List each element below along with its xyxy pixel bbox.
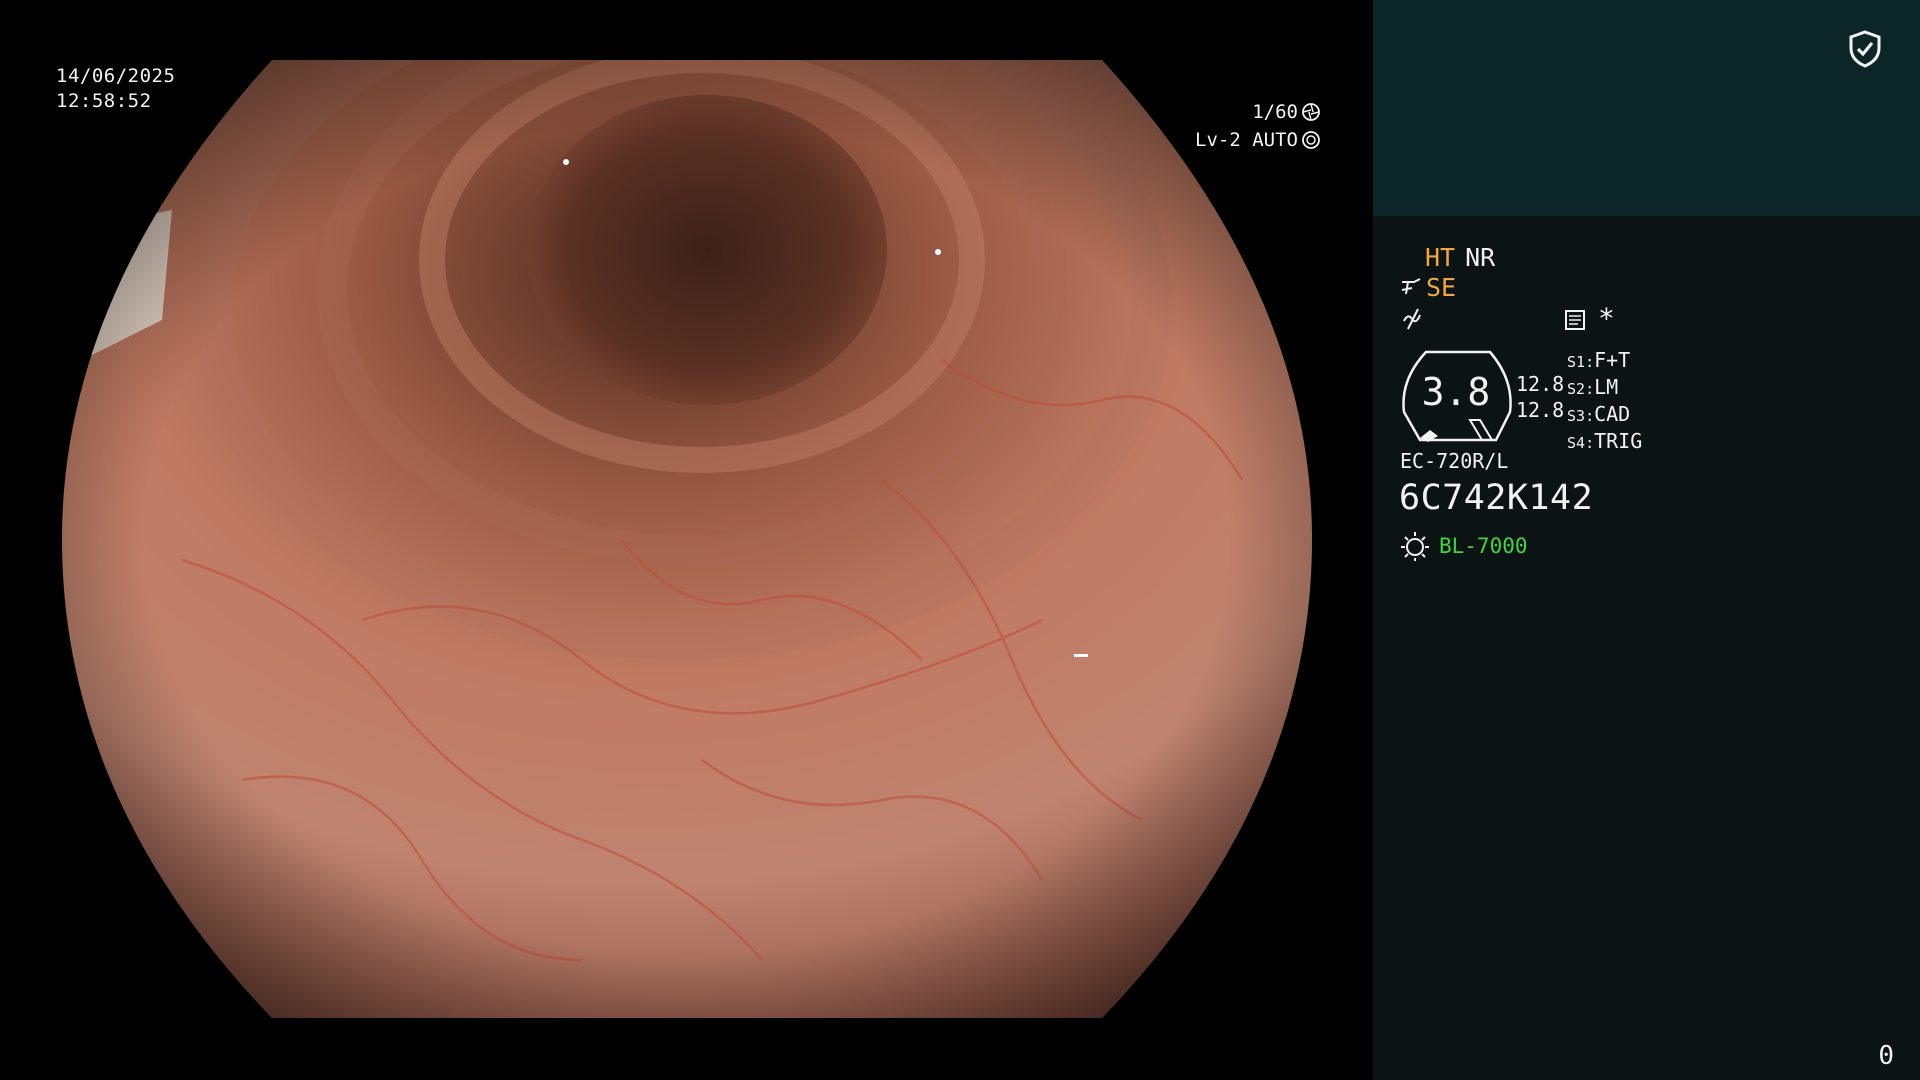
gauge-value: 3.8 bbox=[1421, 370, 1491, 414]
video-area: 14/06/2025 12:58:52 1/60 Lv-2 AUTO bbox=[0, 0, 1373, 1080]
star-indicator: * bbox=[1598, 302, 1615, 335]
gauge-num-2: 12.8 bbox=[1516, 398, 1565, 422]
scope-serial: 6C742K142 bbox=[1399, 478, 1594, 518]
gauge-num-1: 12.8 bbox=[1516, 372, 1565, 396]
scope-model: EC-720R/L bbox=[1400, 449, 1509, 473]
mode-se: SE bbox=[1426, 273, 1457, 302]
setting-row: S2:LM bbox=[1567, 375, 1619, 399]
sun-icon bbox=[1401, 532, 1429, 561]
wave-icon bbox=[1403, 308, 1421, 330]
mode-ht: HT bbox=[1425, 243, 1456, 272]
light-source: BL-7000 bbox=[1399, 530, 1528, 562]
switch-settings: S1:F+T S2:LM S3:CAD S4:TRIG bbox=[1567, 348, 1642, 456]
panel-bottom bbox=[1373, 216, 1920, 1080]
level-text: Lv-2 AUTO bbox=[1195, 129, 1298, 151]
time-text: 12:58:52 bbox=[56, 90, 152, 112]
se-indicator: SE bbox=[1400, 273, 1456, 303]
setting-row: S4:TRIG bbox=[1567, 429, 1643, 453]
exposure-info: 1/60 Lv-2 AUTO bbox=[1195, 98, 1321, 154]
gauge: 3.8 bbox=[1398, 350, 1518, 445]
document-icon bbox=[1565, 310, 1585, 330]
setting-row: S1:F+T bbox=[1567, 348, 1631, 372]
scope-tip-icon bbox=[1401, 278, 1421, 295]
mode-indicators: HT NR bbox=[1425, 243, 1495, 273]
iris-icon bbox=[1301, 130, 1321, 150]
shield-check-icon bbox=[1849, 30, 1881, 68]
datetime: 14/06/2025 12:58:52 bbox=[56, 64, 175, 114]
panel-top bbox=[1373, 0, 1920, 216]
mode-nr: NR bbox=[1465, 243, 1496, 272]
shutter-text: 1/60 bbox=[1252, 101, 1298, 123]
frame-counter: 0 bbox=[1878, 1041, 1894, 1071]
setting-row: S3:CAD bbox=[1567, 402, 1631, 426]
aperture-icon bbox=[1301, 102, 1321, 122]
date-text: 14/06/2025 bbox=[56, 65, 176, 87]
endoscope-image bbox=[62, 60, 1312, 1018]
status-icons: * bbox=[1400, 302, 1640, 335]
light-source-label: BL-7000 bbox=[1439, 534, 1528, 558]
